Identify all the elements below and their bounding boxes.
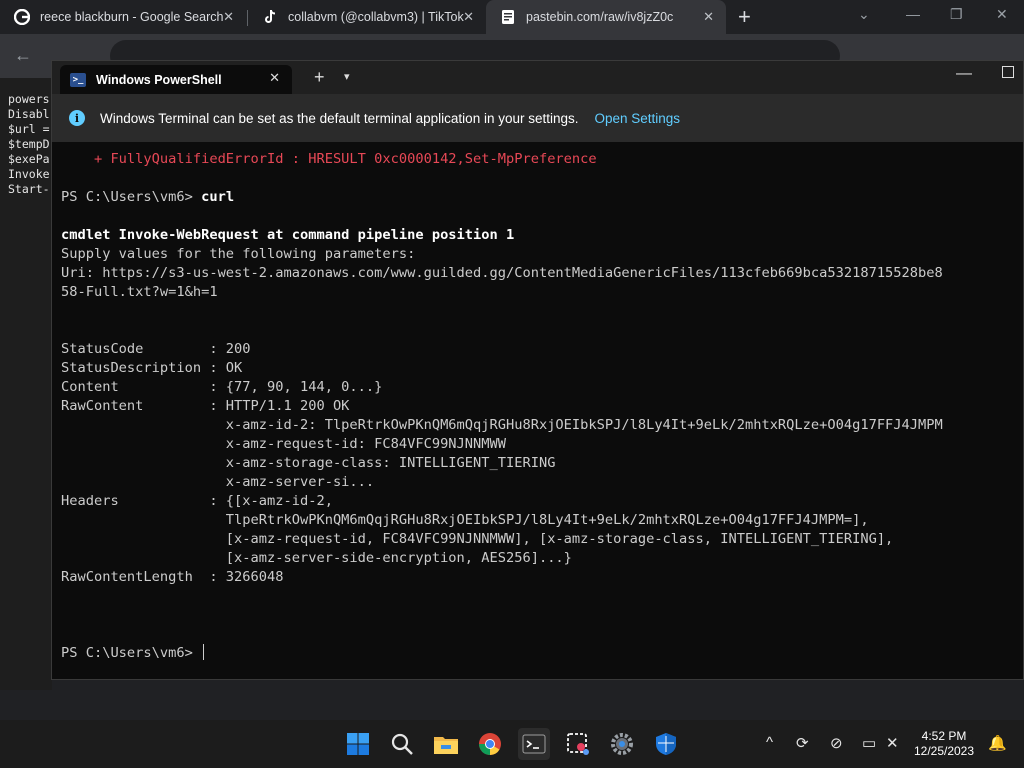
- close-icon[interactable]: ✕: [703, 9, 714, 25]
- terminal-line: Headers : {[x-amz-id-2,: [61, 493, 333, 509]
- powershell-icon: >_: [70, 72, 86, 87]
- system-clock[interactable]: 4:52 PM 12/25/2023: [912, 729, 976, 759]
- maximize-icon[interactable]: [1002, 66, 1014, 78]
- start-icon[interactable]: [342, 728, 374, 760]
- terminal-line: [x-amz-server-side-encryption, AES256]..…: [61, 550, 572, 566]
- minimize-icon[interactable]: —: [906, 6, 920, 22]
- windows-terminal-window[interactable]: >_ Windows PowerShell ✕ + ▾ — i Windows …: [51, 60, 1024, 680]
- terminal-line: Supply values for the following paramete…: [61, 246, 416, 262]
- page-line: Disabl: [8, 107, 50, 121]
- command-text: curl: [201, 189, 235, 205]
- chrome-tab-title: collabvm (@collabvm3) | TikTok: [288, 10, 464, 24]
- terminal-tab-powershell[interactable]: >_ Windows PowerShell ✕: [60, 65, 292, 94]
- search-icon[interactable]: [386, 728, 418, 760]
- chrome-tab-title: pastebin.com/raw/iv8jzZ0c: [526, 10, 674, 24]
- open-settings-link[interactable]: Open Settings: [595, 111, 681, 126]
- chevron-up-icon[interactable]: ^: [766, 734, 773, 751]
- terminal-line: x-amz-request-id: FC84VFC99NJNNMWW: [61, 436, 506, 452]
- terminal-input-line[interactable]: PS C:\Users\vm6>: [61, 644, 1023, 663]
- infobar-message: Windows Terminal can be set as the defau…: [100, 110, 579, 126]
- chrome-tab-title: reece blackburn - Google Search: [40, 10, 224, 24]
- google-icon: [13, 8, 31, 26]
- pastebin-page-content: powers Disabl $url = $tempD $exePa Invok…: [0, 78, 52, 690]
- terminal-line: RawContentLength : 3266048: [61, 569, 284, 585]
- info-icon: i: [69, 110, 85, 126]
- terminal-title-bar[interactable]: >_ Windows PowerShell ✕ + ▾ —: [52, 61, 1023, 94]
- network-icon[interactable]: ▭: [862, 734, 876, 752]
- restore-icon[interactable]: ❐: [950, 6, 963, 23]
- new-tab-button[interactable]: +: [314, 67, 325, 88]
- chrome-tab-bar: reece blackburn - Google Search ✕ collab…: [0, 0, 1024, 34]
- clock-time: 4:52 PM: [921, 729, 967, 743]
- close-icon[interactable]: ✕: [463, 9, 474, 25]
- windows-security-icon[interactable]: [650, 728, 682, 760]
- chrome-icon[interactable]: [474, 728, 506, 760]
- chevron-down-icon[interactable]: ▾: [344, 70, 350, 83]
- clock-date: 12/25/2023: [913, 744, 975, 758]
- close-icon[interactable]: ✕: [996, 6, 1008, 23]
- tiktok-icon: [262, 9, 278, 25]
- taskbar: ^ ⟳ ⊘ ▭ ✕ 🔔: [0, 720, 1024, 768]
- snipping-tool-icon[interactable]: [562, 728, 594, 760]
- close-icon[interactable]: ✕: [223, 9, 234, 25]
- chevron-down-icon[interactable]: ⌄: [858, 6, 870, 23]
- terminal-line: PS C:\Users\vm6> curl: [61, 188, 1023, 207]
- terminal-line: x-amz-storage-class: INTELLIGENT_TIERING: [61, 455, 556, 471]
- prompt-text: PS C:\Users\vm6>: [61, 189, 202, 205]
- terminal-line: + FullyQualifiedErrorId : HRESULT 0xc000…: [61, 151, 597, 167]
- terminal-output[interactable]: + FullyQualifiedErrorId : HRESULT 0xc000…: [61, 150, 1023, 663]
- minimize-icon[interactable]: —: [956, 65, 972, 83]
- close-icon[interactable]: ✕: [269, 70, 280, 86]
- terminal-line: 58-Full.txt?w=1&h=1: [61, 284, 218, 300]
- terminal-line: cmdlet Invoke-WebRequest at command pipe…: [61, 227, 515, 243]
- file-explorer-icon[interactable]: [430, 728, 462, 760]
- default-terminal-infobar: i Windows Terminal can be set as the def…: [52, 94, 1023, 142]
- page-line: Start-: [8, 182, 50, 196]
- chrome-tab-pastebin[interactable]: pastebin.com/raw/iv8jzZ0c ✕: [486, 0, 726, 34]
- page-line: Invoke: [8, 167, 50, 181]
- terminal-line: StatusCode : 200: [61, 341, 251, 357]
- settings-icon[interactable]: [606, 728, 638, 760]
- terminal-tab-title: Windows PowerShell: [96, 72, 222, 87]
- terminal-line: StatusDescription : OK: [61, 360, 243, 376]
- terminal-line: Content : {77, 90, 144, 0...}: [61, 379, 383, 395]
- pastebin-icon: [500, 9, 516, 25]
- terminal-line: TlpeRtrkOwPKnQM6mQqjRGHu8RxjOEIbkSPJ/l8L…: [61, 512, 869, 528]
- terminal-line: Uri: https://s3-us-west-2.amazonaws.com/…: [61, 265, 943, 281]
- text-cursor: [203, 644, 205, 660]
- back-arrow-icon[interactable]: ←: [14, 45, 32, 66]
- page-line: $url =: [8, 122, 50, 136]
- terminal-line: x-amz-server-si...: [61, 474, 375, 490]
- page-line: $exePa: [8, 152, 50, 166]
- no-network-icon[interactable]: ⊘: [830, 734, 843, 752]
- terminal-line: x-amz-id-2: TlpeRtrkOwPKnQM6mQqjRGHu8Rxj…: [61, 417, 943, 433]
- chrome-tab-google-search[interactable]: reece blackburn - Google Search ✕: [0, 0, 246, 34]
- terminal-icon[interactable]: [518, 728, 550, 760]
- prompt-text: PS C:\Users\vm6>: [61, 645, 202, 661]
- new-tab-button[interactable]: +: [738, 4, 751, 30]
- page-line: powers: [8, 92, 50, 106]
- chrome-tab-tiktok[interactable]: collabvm (@collabvm3) | TikTok ✕: [248, 0, 486, 34]
- notification-bell-icon[interactable]: 🔔: [988, 734, 1007, 752]
- volume-muted-icon[interactable]: ✕: [886, 734, 899, 752]
- terminal-line: RawContent : HTTP/1.1 200 OK: [61, 398, 350, 414]
- sync-icon[interactable]: ⟳: [796, 734, 809, 752]
- terminal-line: [x-amz-request-id, FC84VFC99NJNNMWW], [x…: [61, 531, 894, 547]
- page-line: $tempD: [8, 137, 50, 151]
